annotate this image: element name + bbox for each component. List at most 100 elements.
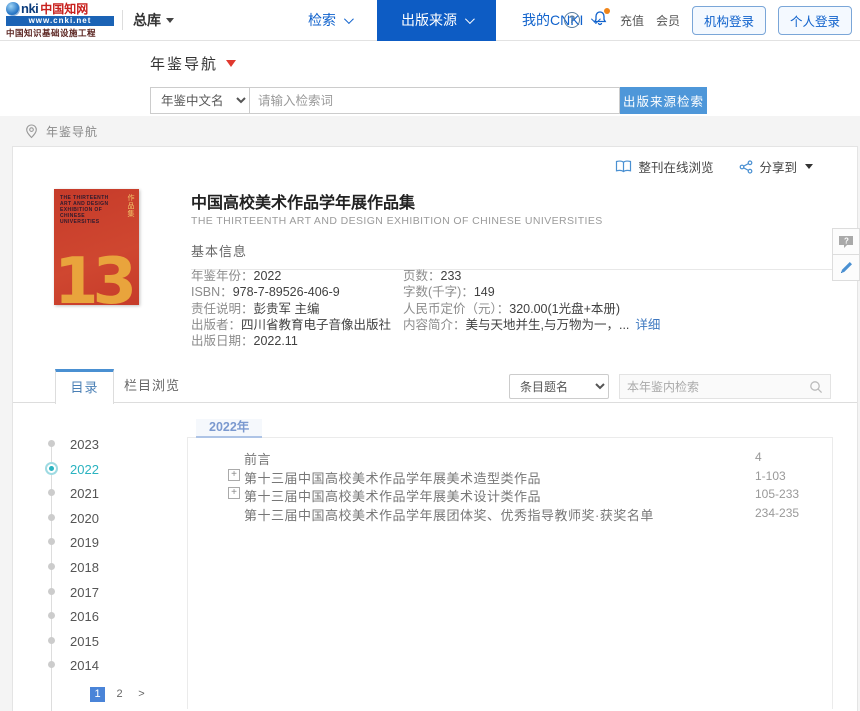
year-item-2015[interactable]: 2015 bbox=[45, 634, 185, 659]
year-item-2014[interactable]: 2014 bbox=[45, 658, 185, 683]
search-field-select[interactable]: 年鉴中文名 bbox=[150, 87, 250, 114]
logo-slogan: 中国知识基础设施工程 bbox=[6, 27, 118, 39]
year-dot-icon bbox=[48, 612, 55, 619]
meta-label: 字数(千字)： bbox=[403, 285, 474, 299]
meta-value: 149 bbox=[474, 285, 495, 299]
tab-column-browse[interactable]: 栏目浏览 bbox=[114, 369, 190, 403]
publication-search-button[interactable]: 出版来源检索 bbox=[620, 87, 707, 114]
nav-publication-source-label: 出版来源 bbox=[401, 10, 457, 30]
hub-label: 总库 bbox=[133, 10, 161, 30]
detail-link[interactable]: 详细 bbox=[635, 318, 660, 332]
org-login-button[interactable]: 机构登录 bbox=[692, 6, 766, 35]
globe-icon bbox=[6, 2, 20, 16]
year-item-2017[interactable]: 2017 bbox=[45, 585, 185, 610]
meta-row: 页数：233 bbox=[403, 268, 833, 284]
toc-entry[interactable]: 前言4 bbox=[188, 449, 832, 468]
year-dot-icon bbox=[48, 538, 55, 545]
caret-down-icon bbox=[805, 164, 813, 169]
member-link[interactable]: 会员 bbox=[656, 12, 680, 29]
meta-label: 人民币定价（元）： bbox=[403, 302, 509, 316]
meta-value: 978-7-89526-406-9 bbox=[233, 285, 340, 299]
section-dropdown-arrow-icon[interactable] bbox=[226, 60, 236, 67]
year-label: 2021 bbox=[70, 486, 99, 501]
meta-row: ISBN：978-7-89526-406-9 bbox=[191, 284, 403, 300]
year-item-2018[interactable]: 2018 bbox=[45, 560, 185, 585]
meta-row: 字数(千字)：149 bbox=[403, 284, 833, 300]
top-header: nki 中国知网 www.cnki.net 中国知识基础设施工程 总库 检索 出… bbox=[0, 0, 860, 41]
open-book-icon bbox=[615, 160, 632, 173]
feedback-button[interactable]: ? bbox=[832, 228, 860, 255]
basic-info-heading: 基本信息 bbox=[191, 241, 833, 270]
meta-row: 人民币定价（元）：320.00(1光盘+本册) bbox=[403, 301, 833, 317]
year-item-2021[interactable]: 2021 bbox=[45, 486, 185, 511]
year-item-2022[interactable]: 2022 bbox=[45, 462, 185, 487]
logo-url: www.cnki.net bbox=[6, 16, 114, 26]
toc-entry-pages: 105-233 bbox=[755, 487, 799, 501]
toc-entry-title[interactable]: 前言 bbox=[244, 449, 271, 468]
edit-note-button[interactable] bbox=[832, 254, 860, 281]
tab-catalog[interactable]: 目录 bbox=[55, 369, 114, 404]
cover-side-text: 作品集 bbox=[125, 194, 135, 218]
year-item-2016[interactable]: 2016 bbox=[45, 609, 185, 634]
personal-login-button[interactable]: 个人登录 bbox=[778, 6, 852, 35]
toc-entry-pages: 1-103 bbox=[755, 469, 786, 483]
meta-value: 320.00(1光盘+本册) bbox=[509, 302, 620, 316]
toc-entry[interactable]: + 第十三届中国高校美术作品学年展美术造型类作品 1-103 bbox=[188, 468, 832, 487]
toc-entry[interactable]: + 第十三届中国高校美术作品学年展美术设计类作品 105-233 bbox=[188, 486, 832, 505]
meta-value: 四川省教育电子音像出版社 bbox=[241, 318, 391, 332]
meta-label: 责任说明： bbox=[191, 302, 254, 316]
nav-publication-source[interactable]: 出版来源 bbox=[377, 0, 496, 41]
entry-field-select[interactable]: 条目题名 bbox=[509, 374, 609, 399]
breadcrumb: 年鉴导航 bbox=[0, 116, 860, 146]
year-label: 2014 bbox=[70, 658, 99, 673]
meta-row: 内容简介：美与天地并生,与万物为一，...详细 bbox=[403, 317, 833, 333]
location-pin-icon bbox=[25, 124, 38, 139]
toc-entry[interactable]: 第十三届中国高校美术作品学年展团体奖、优秀指导教师奖·获奖名单 234-235 bbox=[188, 505, 832, 524]
read-online-label: 整刊在线浏览 bbox=[638, 157, 713, 176]
help-icon[interactable]: ? bbox=[564, 12, 580, 28]
basic-info-metadata: 年鉴年份：2022ISBN：978-7-89526-406-9责任说明：彭贵军 … bbox=[191, 268, 833, 349]
expand-plus-icon[interactable]: + bbox=[228, 487, 240, 499]
toc-entry-title[interactable]: 第十三届中国高校美术作品学年展团体奖、优秀指导教师奖·获奖名单 bbox=[244, 505, 654, 524]
year-item-2020[interactable]: 2020 bbox=[45, 511, 185, 536]
recharge-link[interactable]: 充值 bbox=[620, 12, 644, 29]
hub-dropdown[interactable]: 总库 bbox=[133, 10, 174, 30]
search-section: 年鉴导航 年鉴中文名 出版来源检索 bbox=[0, 41, 860, 116]
year-tab[interactable]: 2022年 bbox=[196, 419, 262, 438]
magnifier-icon[interactable] bbox=[809, 380, 823, 394]
cnki-logo[interactable]: nki 中国知网 www.cnki.net 中国知识基础设施工程 bbox=[6, 1, 118, 39]
year-timeline: 202320222021 20202019 20182017201620152014 bbox=[45, 437, 185, 683]
expand-plus-icon[interactable]: + bbox=[228, 469, 240, 481]
toc-entry-title[interactable]: 第十三届中国高校美术作品学年展美术造型类作品 bbox=[244, 468, 541, 487]
toc-entry-title[interactable]: 第十三届中国高校美术作品学年展美术设计类作品 bbox=[244, 486, 541, 505]
chevron-down-icon bbox=[344, 14, 354, 24]
toc-entry-pages: 234-235 bbox=[755, 506, 799, 520]
breadcrumb-label[interactable]: 年鉴导航 bbox=[46, 123, 98, 140]
section-title: 年鉴导航 bbox=[150, 53, 218, 74]
pagination-page-1[interactable]: 1 bbox=[90, 687, 105, 702]
year-item-2019[interactable]: 2019 bbox=[45, 535, 185, 560]
meta-row: 年鉴年份：2022 bbox=[191, 268, 403, 284]
year-dot-icon bbox=[48, 661, 55, 668]
side-tools: ? bbox=[832, 228, 860, 281]
keyword-input[interactable] bbox=[250, 87, 620, 114]
in-yearbook-search-input[interactable] bbox=[627, 380, 809, 394]
year-item-2023[interactable]: 2023 bbox=[45, 437, 185, 462]
notification-badge bbox=[604, 8, 610, 14]
pagination-next[interactable]: > bbox=[134, 687, 149, 702]
meta-label: 出版者： bbox=[191, 318, 241, 332]
year-dot-icon bbox=[48, 440, 55, 447]
year-label: 2019 bbox=[70, 535, 99, 550]
in-yearbook-search[interactable] bbox=[619, 374, 831, 399]
book-cover[interactable]: THE THIRTEENTH ART AND DESIGN EXHIBITION… bbox=[54, 189, 139, 305]
nav-search[interactable]: 检索 bbox=[282, 0, 377, 41]
read-online-action[interactable]: 整刊在线浏览 bbox=[615, 157, 713, 176]
meta-label: 出版日期： bbox=[191, 334, 254, 348]
share-action[interactable]: 分享到 bbox=[739, 157, 813, 176]
meta-row: 出版者：四川省教育电子音像出版社 bbox=[191, 317, 403, 333]
meta-label: ISBN： bbox=[191, 285, 233, 299]
notification-bell-icon[interactable] bbox=[592, 10, 608, 31]
pagination-page-2[interactable]: 2 bbox=[112, 687, 127, 702]
yearbook-detail-card: 整刊在线浏览 分享到 THE THIRTEENTH ART AND DESIGN… bbox=[12, 146, 858, 711]
years-list: 202320222021 20202019 20182017201620152014 bbox=[45, 437, 185, 683]
